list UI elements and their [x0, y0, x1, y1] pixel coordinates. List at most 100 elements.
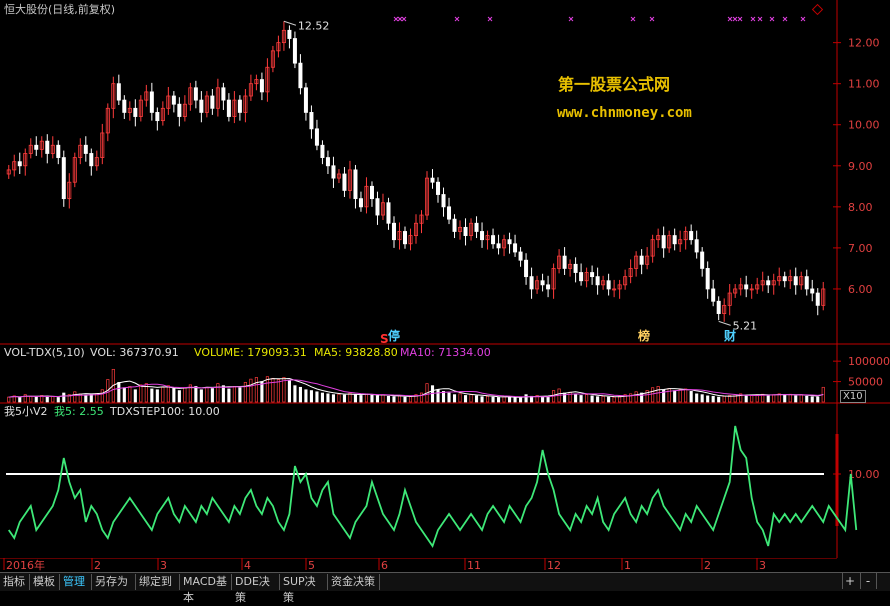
candle-body — [375, 198, 380, 216]
candle-body — [17, 161, 22, 167]
candle-body — [606, 280, 611, 290]
volume-bar — [612, 396, 616, 403]
signal-mark — [630, 16, 636, 22]
candle-body — [474, 222, 479, 232]
date-tick-label: 12 — [547, 559, 561, 572]
volume-bar — [651, 387, 655, 403]
candle-body — [122, 99, 127, 113]
zoom-out-button[interactable]: - — [860, 573, 875, 589]
price-tick-label: 7.00 — [848, 242, 873, 255]
signal-mark — [397, 16, 403, 22]
candle-body — [199, 99, 204, 113]
volume-bar — [139, 384, 143, 403]
volume-bar — [508, 396, 512, 403]
volume-bar — [469, 394, 473, 403]
candle-body — [298, 62, 303, 89]
volume-bar — [783, 394, 787, 403]
zoom-in-button[interactable]: + — [842, 573, 857, 589]
indicator-tab[interactable]: 绑定到 — [136, 574, 180, 590]
volume-bar — [436, 389, 440, 403]
candle-body — [193, 87, 198, 101]
candle-body — [700, 251, 705, 269]
volume-bar — [7, 396, 11, 403]
volume-bar — [56, 397, 60, 403]
volume-bar — [458, 393, 462, 403]
candle-body — [480, 231, 485, 241]
date-tick-label: 2 — [94, 559, 101, 572]
volume-bar — [293, 385, 297, 403]
candle-body — [287, 29, 292, 39]
volume-bar — [29, 395, 33, 403]
volume-bar — [381, 394, 385, 403]
volume-bar — [227, 388, 231, 403]
candle-body — [661, 235, 666, 249]
volume-bar — [607, 396, 611, 403]
indicator-tab[interactable]: 另存为 — [92, 574, 136, 590]
price-tick-label: 11.00 — [848, 78, 880, 91]
volume-bar — [750, 395, 754, 403]
candle-body — [672, 235, 677, 245]
candle-body — [386, 202, 391, 224]
volume-bar — [678, 389, 682, 403]
volume-bar — [689, 391, 693, 403]
volume-bar — [656, 386, 660, 403]
candle-body — [303, 87, 308, 113]
indicator-tab[interactable]: 资金决策 — [328, 574, 380, 590]
volume-bar — [386, 395, 391, 403]
volume-bar — [276, 379, 280, 403]
volume-bar — [23, 394, 27, 403]
indicator-tab[interactable]: 指标 — [0, 574, 30, 590]
volume-bar — [513, 397, 517, 403]
indicator-tab[interactable]: MACD基本 — [180, 574, 232, 604]
date-tick-label: 1 — [624, 559, 631, 572]
volume-bar — [133, 389, 137, 403]
volume-bar — [172, 388, 176, 403]
price-tick-label: 6.00 — [848, 283, 873, 296]
volume-bar — [629, 393, 633, 403]
volume-bar — [568, 391, 572, 403]
candle-body — [689, 231, 694, 241]
volume-panel[interactable]: 50000 100000 — [0, 345, 890, 404]
volume-bar — [601, 395, 605, 403]
volume-bar — [18, 397, 22, 403]
signal-mark — [727, 16, 733, 22]
volume-bar — [375, 395, 380, 403]
candle-body — [56, 144, 61, 158]
volume-bar — [419, 392, 424, 403]
volume-bar — [205, 386, 209, 403]
volume-bar — [452, 394, 457, 403]
price-tick-label: 12.00 — [848, 37, 880, 50]
candle-body — [590, 272, 595, 278]
volume-bar — [34, 396, 38, 403]
indicator-tab[interactable]: 模板 — [30, 574, 60, 590]
volume-bar — [497, 397, 501, 403]
candle-body — [562, 255, 567, 269]
date-tick-label: 4 — [244, 559, 251, 572]
candle-body — [133, 107, 138, 117]
candle-body — [711, 288, 716, 302]
volume-bar — [45, 396, 49, 403]
volume-bar — [100, 389, 104, 403]
event-marker: 财 — [723, 328, 736, 343]
price-tick-label: 10.00 — [848, 119, 880, 132]
volume-bar — [772, 394, 776, 403]
volume-bar — [524, 394, 528, 403]
volume-bar — [579, 395, 583, 403]
indicator-tab[interactable]: SUP决策 — [280, 574, 328, 604]
event-marker: 停 — [388, 328, 400, 343]
volume-bar — [799, 394, 803, 403]
volume-bar — [216, 383, 220, 403]
price-panel[interactable]: 6.00 7.00 8.00 9.00 10.00 11.00 12.00 12.52 5.21… — [0, 0, 890, 345]
candle-body — [89, 153, 94, 167]
oscillator-panel[interactable]: 10.00 — [0, 404, 890, 558]
extra-control[interactable] — [876, 573, 890, 589]
indicator-tab[interactable]: 管理 — [60, 574, 92, 590]
volume-bar — [502, 396, 506, 403]
candle-body — [441, 194, 446, 208]
volume-bar — [337, 393, 341, 403]
indicator-tab[interactable]: DDE决策 — [232, 574, 280, 604]
volume-bar — [788, 393, 792, 403]
candle-body — [496, 243, 501, 249]
volume-bar — [634, 391, 638, 403]
volume-bar — [117, 382, 121, 403]
